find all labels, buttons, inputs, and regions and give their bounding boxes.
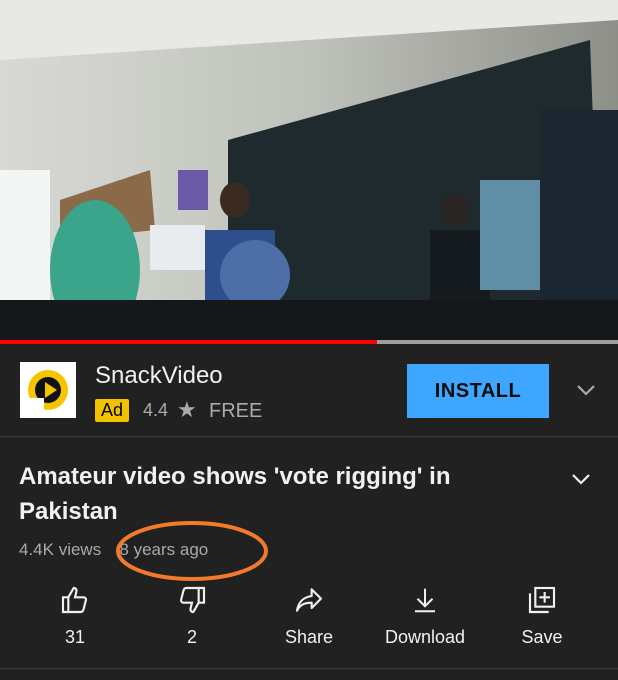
action-bar: 31 2 Share Download Save: [0, 583, 618, 655]
video-frame: [0, 0, 618, 340]
divider: [0, 668, 618, 669]
save-label: Save: [521, 627, 563, 647]
expand-description-chevron-icon[interactable]: [569, 467, 593, 496]
download-label: Download: [384, 627, 466, 647]
ad-badge: Ad: [95, 399, 130, 422]
thumbs-up-icon: [20, 583, 130, 617]
download-button[interactable]: Download: [370, 583, 480, 648]
snackvideo-logo-icon: [20, 362, 76, 418]
dislike-button[interactable]: 2: [137, 583, 247, 648]
share-button[interactable]: Share: [254, 583, 364, 648]
video-player[interactable]: [0, 0, 618, 340]
like-button[interactable]: 31: [20, 583, 130, 648]
star-icon: ★: [177, 397, 197, 422]
share-label: Share: [284, 627, 334, 647]
video-title[interactable]: Amateur video shows 'vote rigging' in Pa…: [19, 459, 539, 529]
save-to-playlist-icon: [487, 583, 597, 617]
chevron-down-icon[interactable]: [574, 378, 598, 407]
download-icon: [370, 583, 480, 617]
ad-rating: 4.4: [143, 400, 169, 420]
annotation-circle: [116, 521, 268, 581]
ad-price: FREE: [209, 400, 263, 422]
install-button[interactable]: INSTALL: [407, 364, 549, 418]
ad-banner[interactable]: SnackVideo Ad 4.4 ★ FREE INSTALL: [0, 344, 618, 437]
view-count: 4.4K views: [19, 540, 102, 559]
save-button[interactable]: Save: [487, 583, 597, 648]
like-count: 31: [64, 627, 86, 647]
ad-app-name: SnackVideo: [95, 362, 223, 389]
dislike-count: 2: [186, 627, 197, 647]
share-icon: [254, 583, 364, 617]
thumbs-down-icon: [137, 583, 247, 617]
